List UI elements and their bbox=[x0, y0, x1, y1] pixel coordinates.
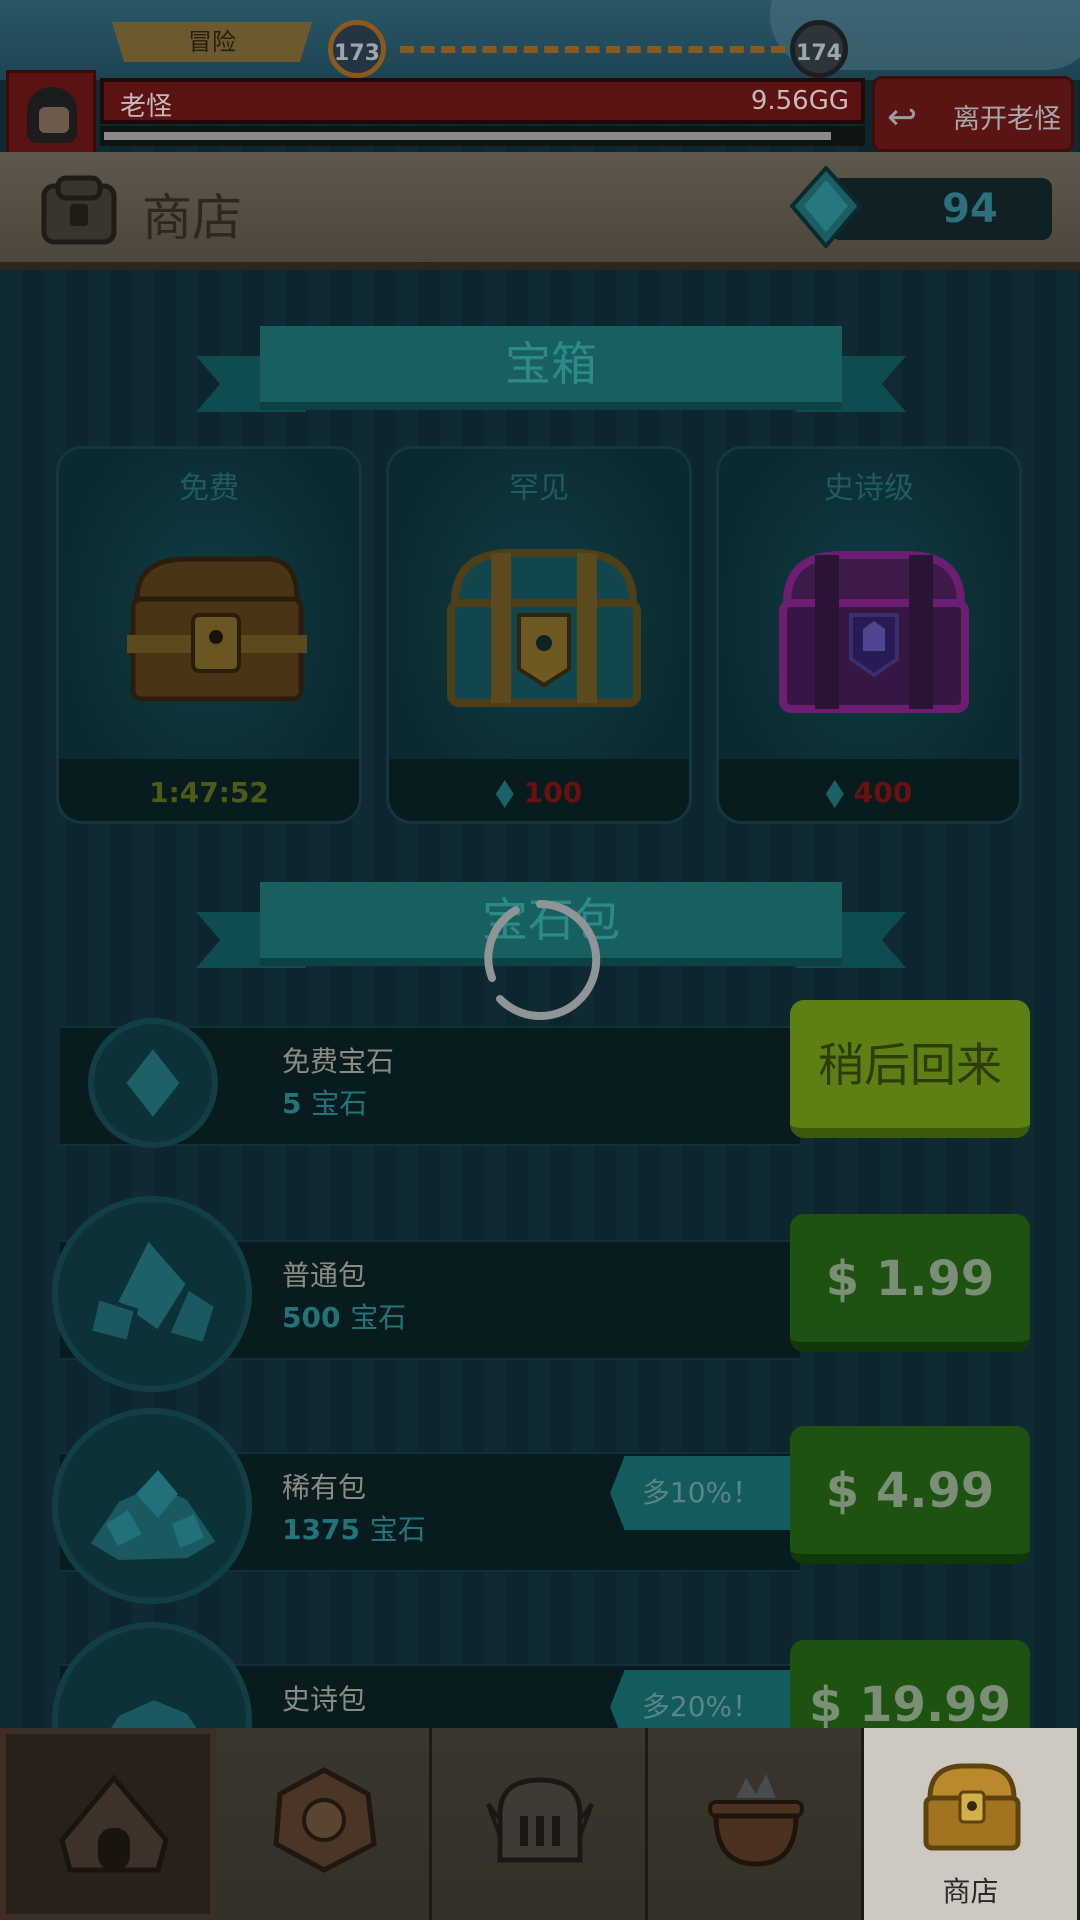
shop-header: 商店 94 bbox=[0, 152, 1080, 270]
free-gem-badge bbox=[88, 1018, 218, 1148]
mode-tag[interactable]: 冒险 bbox=[112, 22, 312, 62]
bonus-tag: 多10%！ bbox=[610, 1456, 792, 1530]
nav-tab-heroes[interactable] bbox=[432, 1728, 648, 1920]
chest-icon bbox=[923, 1763, 1021, 1851]
rare-chest-icon bbox=[447, 549, 641, 707]
chest-card-epic[interactable]: 史诗级 400 bbox=[716, 446, 1022, 824]
cauldron-icon bbox=[708, 1774, 804, 1867]
tent-icon bbox=[59, 1774, 169, 1873]
shop-screen: 冒险 173 174 老怪 9.56GG ↩ 离开老怪 商店 94 宝箱 免费 … bbox=[0, 0, 1080, 1920]
wooden-chest-icon bbox=[127, 556, 307, 702]
page-title: 商店 bbox=[142, 189, 242, 247]
artifact-icon bbox=[273, 1767, 377, 1873]
boss-timer-bar bbox=[100, 126, 865, 146]
buy-rare-pack-button[interactable]: $ 4.99 bbox=[790, 1426, 1030, 1564]
pack-name: 稀有包 bbox=[282, 1471, 367, 1504]
chest-price: 400 bbox=[719, 776, 1019, 809]
chest-name: 免费 bbox=[179, 471, 239, 506]
stage-bar: 冒险 173 174 bbox=[0, 0, 1080, 80]
pack-name: 史诗包 bbox=[282, 1683, 367, 1716]
chest-name: 史诗级 bbox=[824, 471, 914, 506]
bottom-nav: 商店 bbox=[0, 1728, 1080, 1920]
leave-boss-label: 离开老怪 bbox=[953, 104, 1061, 135]
chest-card-free[interactable]: 免费 1:47:52 bbox=[56, 446, 362, 824]
pack-name: 普通包 bbox=[282, 1259, 367, 1292]
epic-chest-icon bbox=[779, 551, 969, 713]
boss-hp-value: 9.56GG bbox=[750, 86, 849, 116]
shop-chest-icon bbox=[41, 175, 117, 245]
next-level-node: 174 bbox=[790, 20, 848, 78]
pack-quantity: 500 宝石 bbox=[282, 1301, 407, 1334]
leave-boss-button[interactable]: ↩ 离开老怪 bbox=[872, 76, 1074, 152]
loading-spinner-icon bbox=[484, 899, 601, 1020]
nav-tab-cauldron[interactable] bbox=[648, 1728, 864, 1920]
gem-icon bbox=[790, 166, 862, 248]
gem-balance: 94 bbox=[830, 178, 1052, 240]
boss-name: 老怪 bbox=[120, 92, 173, 122]
gem-pile-icon bbox=[87, 1234, 219, 1347]
pack-quantity: 1375 宝石 bbox=[282, 1513, 426, 1546]
nav-tab-artifacts[interactable] bbox=[216, 1728, 432, 1920]
chest-section-ribbon: 宝箱 bbox=[196, 326, 906, 426]
gem-count: 94 bbox=[942, 186, 998, 232]
buy-basic-pack-button[interactable]: $ 1.99 bbox=[790, 1214, 1030, 1352]
chest-timer: 1:47:52 bbox=[149, 776, 269, 809]
pack-quantity: 5 宝石 bbox=[282, 1087, 368, 1120]
nav-tab-shop-label: 商店 bbox=[942, 1875, 999, 1908]
gem-heap-icon bbox=[85, 1470, 221, 1565]
gem-icon bbox=[825, 780, 844, 808]
boss-face bbox=[39, 107, 69, 133]
nav-tab-home[interactable] bbox=[0, 1728, 216, 1920]
boss-timer-fill bbox=[104, 132, 831, 140]
helmet-icon bbox=[486, 1777, 594, 1863]
chest-section-title: 宝箱 bbox=[505, 337, 597, 391]
gem-icon bbox=[121, 1042, 185, 1124]
chest-price: 100 bbox=[389, 776, 689, 809]
boss-hp-bar: 老怪 9.56GG bbox=[100, 78, 865, 124]
current-level-node: 173 bbox=[328, 20, 386, 78]
chest-name: 罕见 bbox=[509, 471, 569, 506]
back-arrow-icon: ↩ bbox=[887, 97, 918, 138]
boss-avatar bbox=[6, 70, 96, 158]
chest-card-rare[interactable]: 罕见 100 bbox=[386, 446, 692, 824]
pack-name: 免费宝石 bbox=[282, 1045, 395, 1078]
come-back-later-button[interactable]: 稍后回来 bbox=[790, 1000, 1030, 1138]
nav-tab-shop[interactable]: 商店 bbox=[864, 1728, 1080, 1920]
basic-pack-badge bbox=[52, 1196, 252, 1392]
rare-pack-badge bbox=[52, 1408, 252, 1604]
level-progress-dashes bbox=[400, 46, 785, 53]
gem-icon bbox=[495, 780, 514, 808]
